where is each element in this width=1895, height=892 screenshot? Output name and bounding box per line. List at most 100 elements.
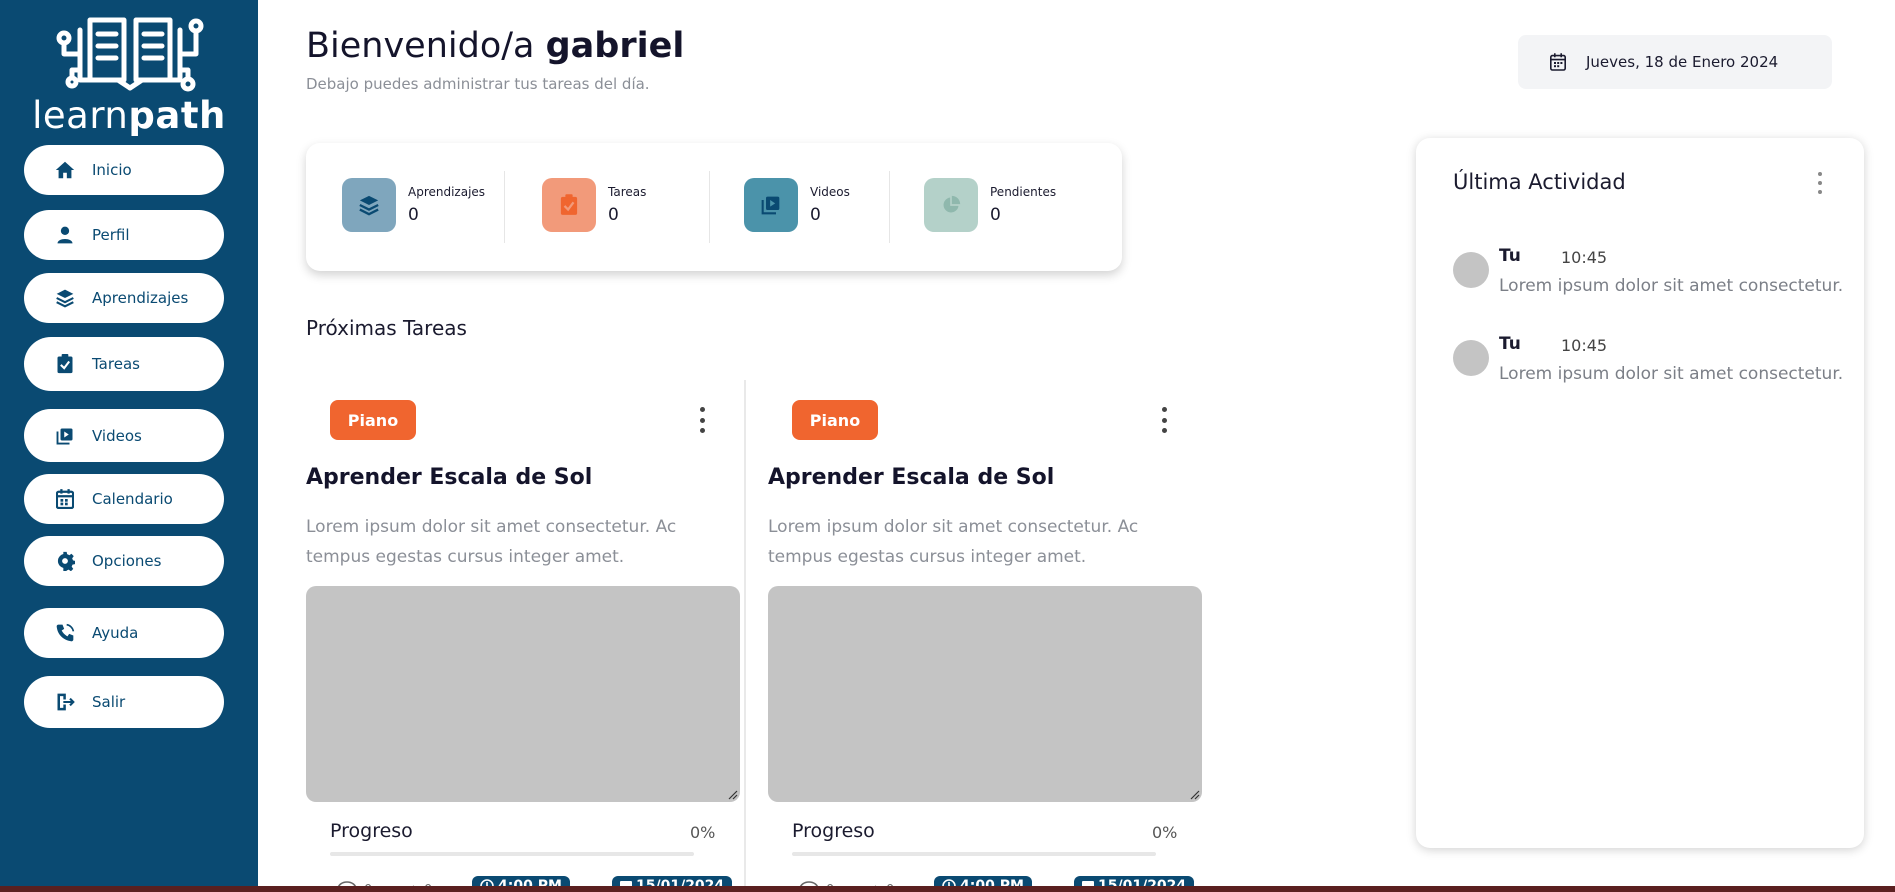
- layers-icon: [54, 287, 76, 309]
- home-icon: [54, 159, 76, 181]
- sidebar-item-videos[interactable]: Videos: [24, 409, 224, 462]
- activity-time: 10:45: [1561, 248, 1608, 267]
- vertical-scrollbar[interactable]: [1876, 0, 1895, 892]
- stat-divider: [504, 171, 505, 243]
- progress-label: Progreso: [330, 820, 413, 842]
- activity-user: Tu: [1499, 334, 1521, 354]
- sidebar: learnpath Inicio Perfil Aprendizajes Tar: [0, 0, 258, 892]
- sidebar-item-label: Calendario: [92, 490, 173, 508]
- stats-panel: Aprendizajes 0 Tareas 0 Videos 0 Pendien…: [306, 143, 1122, 271]
- video-library-icon: [761, 196, 780, 215]
- sidebar-item-opciones[interactable]: Opciones: [24, 536, 224, 586]
- page-subtitle: Debajo puedes administrar tus tareas del…: [306, 75, 650, 93]
- stat-tareas[interactable]: Tareas 0: [542, 177, 646, 233]
- task-title: Aprender Escala de Sol: [768, 465, 1055, 490]
- greeting-text: Bienvenido/a: [306, 26, 535, 66]
- phone-icon: [54, 622, 76, 644]
- stat-icon-box: [342, 178, 396, 232]
- stat-divider: [889, 171, 890, 243]
- resize-handle-icon[interactable]: [728, 790, 738, 800]
- task-image-placeholder: [768, 586, 1202, 802]
- pie-chart-icon: [943, 195, 961, 213]
- sidebar-item-label: Aprendizajes: [92, 289, 189, 307]
- task-category-badge: Piano: [792, 400, 878, 440]
- page-title: Bienvenido/a gabriel: [306, 26, 684, 66]
- stat-aprendizajes[interactable]: Aprendizajes 0: [342, 177, 485, 233]
- sidebar-item-aprendizajes[interactable]: Aprendizajes: [24, 273, 224, 323]
- progress-percent: 0%: [690, 823, 716, 842]
- stat-icon-box: [744, 178, 798, 232]
- sidebar-item-label: Inicio: [92, 161, 132, 179]
- sidebar-item-tareas[interactable]: Tareas: [24, 337, 224, 391]
- logo[interactable]: learnpath: [0, 8, 258, 137]
- progress-label: Progreso: [792, 820, 875, 842]
- task-category-badge: Piano: [330, 400, 416, 440]
- card-divider: [744, 380, 746, 892]
- task-description: Lorem ipsum dolor sit amet consectetur. …: [306, 517, 677, 567]
- logout-icon: [54, 691, 76, 713]
- stat-value: 0: [810, 205, 821, 225]
- sidebar-item-salir[interactable]: Salir: [24, 676, 224, 728]
- stat-icon-box: [542, 178, 596, 232]
- brand-name-part2: path: [128, 94, 226, 137]
- section-title-proximas-tareas: Próximas Tareas: [306, 316, 467, 340]
- stat-pendientes[interactable]: Pendientes 0: [924, 177, 1056, 233]
- sidebar-item-label: Perfil: [92, 226, 130, 244]
- stat-videos[interactable]: Videos 0: [744, 177, 850, 233]
- stat-label: Tareas: [608, 185, 647, 199]
- avatar: [1453, 252, 1489, 288]
- window-bottom-edge: [0, 886, 1895, 892]
- clipboard-check-icon: [54, 353, 76, 375]
- progress-bar: [330, 852, 694, 856]
- sidebar-item-ayuda[interactable]: Ayuda: [24, 608, 224, 658]
- book-circuit-logo-icon: [56, 17, 204, 92]
- sidebar-item-label: Ayuda: [92, 624, 139, 642]
- video-library-icon: [54, 425, 76, 447]
- stat-value: 0: [608, 205, 619, 225]
- calendar-icon: [54, 488, 76, 510]
- resize-handle-icon[interactable]: [1190, 790, 1200, 800]
- task-card[interactable]: Piano Aprender Escala de Sol Lorem ipsum…: [306, 380, 746, 892]
- activity-item[interactable]: Tu 10:45 Lorem ipsum dolor sit amet cons…: [1453, 332, 1853, 392]
- sidebar-item-label: Tareas: [92, 355, 140, 373]
- sidebar-item-label: Salir: [92, 693, 126, 711]
- stat-value: 0: [408, 205, 419, 225]
- stat-divider: [709, 171, 710, 243]
- activity-item[interactable]: Tu 10:45 Lorem ipsum dolor sit amet cons…: [1453, 244, 1853, 304]
- task-title: Aprender Escala de Sol: [306, 465, 593, 490]
- activity-text: Lorem ipsum dolor sit amet consectetur.: [1499, 276, 1844, 296]
- sidebar-item-inicio[interactable]: Inicio: [24, 145, 224, 195]
- kebab-menu-icon[interactable]: [1154, 405, 1174, 435]
- task-image-placeholder: [306, 586, 740, 802]
- user-icon: [54, 224, 76, 246]
- task-card[interactable]: Piano Aprender Escala de Sol Lorem ipsum…: [768, 380, 1208, 892]
- task-description: Lorem ipsum dolor sit amet consectetur. …: [768, 517, 1139, 567]
- gear-icon: [54, 550, 76, 572]
- scrollbar-thumb[interactable]: [1881, 8, 1889, 878]
- sidebar-item-calendario[interactable]: Calendario: [24, 474, 224, 524]
- avatar: [1453, 340, 1489, 376]
- stat-label: Videos: [810, 185, 850, 199]
- sidebar-item-label: Videos: [92, 426, 142, 445]
- progress-percent: 0%: [1152, 823, 1178, 842]
- current-date: Jueves, 18 de Enero 2024: [1586, 53, 1779, 71]
- app-root: learnpath Inicio Perfil Aprendizajes Tar: [0, 0, 1895, 892]
- username: gabriel: [545, 26, 685, 66]
- kebab-menu-icon[interactable]: [692, 405, 712, 435]
- progress-bar: [792, 852, 1156, 856]
- activity-panel: Última Actividad Tu 10:45 Lorem ipsum do…: [1416, 138, 1864, 848]
- activity-time: 10:45: [1561, 336, 1608, 355]
- sidebar-item-label: Opciones: [92, 552, 162, 570]
- activity-title: Última Actividad: [1453, 170, 1626, 194]
- stat-label: Aprendizajes: [408, 185, 486, 199]
- sidebar-item-perfil[interactable]: Perfil: [24, 210, 224, 260]
- activity-text: Lorem ipsum dolor sit amet consectetur.: [1499, 364, 1844, 384]
- date-display[interactable]: Jueves, 18 de Enero 2024: [1518, 35, 1832, 89]
- stat-value: 0: [990, 205, 1001, 225]
- brand-name: learnpath: [0, 94, 258, 137]
- kebab-menu-icon[interactable]: [1814, 172, 1826, 194]
- calendar-icon: [1550, 53, 1566, 71]
- activity-user: Tu: [1499, 246, 1521, 266]
- layers-icon: [359, 195, 379, 216]
- brand-name-part1: learn: [32, 94, 129, 137]
